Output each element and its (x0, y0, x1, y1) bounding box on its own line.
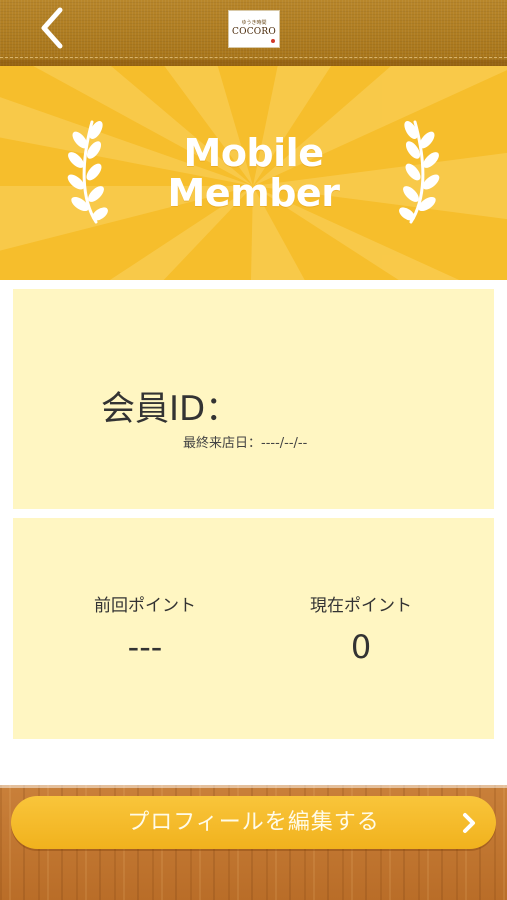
logo-dot (271, 39, 275, 43)
banner-title-line1: Mobile (183, 131, 324, 175)
logo-tagline: ゆうき時間 (241, 20, 267, 26)
last-visit-label: 最終来店日： (183, 436, 262, 451)
edit-profile-button[interactable]: プロフィールを編集する (11, 796, 496, 849)
back-button[interactable] (34, 6, 74, 50)
points-card: 前回ポイント --- 現在ポイント 0 (13, 518, 494, 739)
member-id-label: 会員ID： (101, 389, 240, 429)
previous-points-label: 前回ポイント (94, 596, 196, 616)
edit-profile-label: プロフィールを編集する (127, 810, 380, 835)
footer-bar: プロフィールを編集する (0, 785, 507, 900)
top-bar: ゆうき時間 COCORO (0, 0, 507, 66)
last-visit: 最終来店日：----/--/-- (183, 432, 307, 451)
member-content: 会員ID： 最終来店日：----/--/-- 前回ポイント --- 現在ポイント… (0, 280, 507, 785)
mobile-member-banner: Mobile Member (0, 66, 507, 280)
chevron-right-icon (463, 813, 475, 833)
logo-wordmark: COCORO (232, 27, 276, 37)
banner-title-line2: Member (167, 171, 340, 215)
member-id-card: 会員ID： 最終来店日：----/--/-- (13, 289, 494, 509)
chevron-left-icon (41, 7, 63, 49)
cocoro-logo: ゆうき時間 COCORO (228, 10, 280, 48)
last-visit-value: ----/--/-- (261, 436, 308, 451)
current-points-value: 0 (350, 628, 372, 666)
previous-points-value: --- (127, 628, 163, 666)
current-points-label: 現在ポイント (310, 596, 412, 616)
